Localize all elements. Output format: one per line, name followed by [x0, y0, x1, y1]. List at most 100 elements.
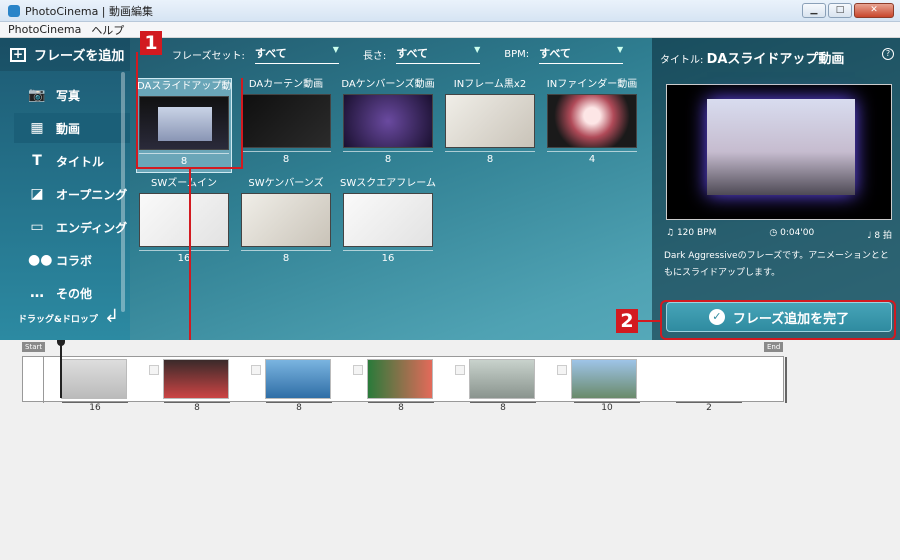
timeline-clip[interactable] — [61, 359, 127, 399]
add-phrase-icon: + — [10, 47, 26, 62]
bpm-select[interactable]: すべて ▼ — [539, 45, 624, 64]
timeline-clip[interactable] — [571, 359, 637, 399]
timeline-clip[interactable] — [367, 359, 433, 399]
filter-phrase-set[interactable]: フレーズセット: すべて ▼ — [172, 45, 339, 64]
chevron-down-icon: ▼ — [616, 45, 624, 54]
timeline-strip[interactable] — [22, 356, 787, 403]
callout-1: 1 — [140, 31, 162, 55]
help-icon[interactable]: ? — [882, 48, 894, 60]
clip-count: 16 — [62, 402, 128, 414]
filter-bar: フレーズセット: すべて ▼ 長さ: すべて ▼ BPM: すべて ▼ — [130, 38, 652, 71]
sidebar-header: + フレーズを追加 — [0, 38, 130, 71]
callout-2-outline — [660, 300, 896, 340]
menu-photocinema[interactable]: PhotoCinema — [8, 23, 81, 36]
playhead[interactable] — [60, 342, 62, 398]
filter-bpm[interactable]: BPM: すべて ▼ — [504, 45, 624, 64]
sidebar-item-label: 動画 — [56, 121, 81, 136]
camera-icon: 📷 — [28, 87, 46, 103]
clip-count: 8 — [470, 402, 536, 414]
filter-label: 長さ: — [362, 51, 387, 62]
preview-title-prefix: タイトル: — [660, 55, 704, 66]
drag-arrow-icon: ↲ — [104, 306, 120, 327]
callout-2-line — [638, 320, 660, 322]
phrase-card[interactable]: INフレーム黒x2 8 — [442, 78, 538, 173]
timeline-clip[interactable] — [469, 359, 535, 399]
phrase-set-value: すべて — [254, 47, 287, 60]
beats-info: ♩ 8 拍 — [867, 231, 892, 241]
title-icon: T — [32, 153, 42, 169]
phrase-card[interactable]: INファインダー動画 4 — [544, 78, 640, 173]
phrase-grid: DAスライドアップ動画 8 DAカーテン動画 8 DAケンバーンズ動画 8 IN… — [136, 78, 646, 306]
maximize-button[interactable]: □ — [828, 3, 852, 18]
close-button[interactable]: ✕ — [854, 3, 894, 18]
phrase-thumbnail — [343, 193, 433, 247]
sidebar-item-photo[interactable]: 📷 写真 — [14, 80, 130, 110]
callout-2: 2 — [616, 309, 638, 333]
sidebar-item-label: エンディング — [56, 220, 128, 235]
phrase-name: INファインダー動画 — [546, 79, 638, 90]
timeline-end-line — [785, 357, 787, 403]
phrase-card[interactable]: DAケンバーンズ動画 8 — [340, 78, 436, 173]
timeline-clip[interactable] — [265, 359, 331, 399]
sidebar-item-ending[interactable]: ▭ エンディング — [14, 212, 130, 242]
phrase-thumbnail — [241, 193, 331, 247]
phrase-name: DAスライドアップ動画 — [137, 81, 231, 92]
transition-icon[interactable] — [251, 365, 261, 375]
sidebar-scrollbar[interactable] — [121, 72, 125, 312]
preview-meta: ♫ 120 BPM ◷ 0:04'00 ♩ 8 拍 — [666, 228, 892, 241]
sidebar-item-collab[interactable]: ●● コラボ — [14, 245, 130, 275]
sidebar-item-label: タイトル — [56, 154, 105, 169]
sidebar-item-label: その他 — [56, 286, 93, 301]
ending-icon: ▭ — [30, 219, 44, 235]
sidebar-item-opening[interactable]: ◪ オープニング — [14, 179, 130, 209]
phrase-thumbnail — [547, 94, 637, 148]
phrase-thumbnail — [445, 94, 535, 148]
phrase-name: SWケンバーンズ — [248, 178, 324, 189]
callout-1-frame-right — [241, 78, 243, 169]
phrase-name: DAカーテン動画 — [248, 79, 324, 90]
transition-icon[interactable] — [149, 365, 159, 375]
sidebar-item-title[interactable]: T タイトル — [14, 146, 130, 176]
preview-video[interactable] — [666, 84, 892, 220]
sidebar: + フレーズを追加 📷 写真 ▦ 動画 T タイトル ◪ オープニング ▭ エン… — [0, 38, 130, 340]
phrase-count: 4 — [547, 151, 637, 165]
timeline-clip[interactable] — [163, 359, 229, 399]
bpm-value: すべて — [539, 47, 571, 60]
clip-count: 8 — [164, 402, 230, 414]
opening-icon: ◪ — [30, 186, 44, 202]
sidebar-header-label: フレーズを追加 — [34, 49, 125, 64]
phrase-count: 8 — [139, 153, 229, 167]
callout-1-frame-left — [136, 52, 138, 169]
sidebar-item-other[interactable]: … その他 — [14, 278, 130, 308]
main-panel: + フレーズを追加 📷 写真 ▦ 動画 T タイトル ◪ オープニング ▭ エン… — [0, 38, 900, 340]
window-controls: ▁ □ ✕ — [802, 3, 894, 18]
phrase-count: 8 — [445, 151, 535, 165]
transition-icon[interactable] — [353, 365, 363, 375]
length-select[interactable]: すべて ▼ — [396, 45, 481, 64]
phrase-count: 8 — [343, 151, 433, 165]
menu-help[interactable]: ヘルプ — [91, 22, 124, 38]
phrase-thumbnail — [139, 96, 229, 150]
phrase-set-select[interactable]: すべて ▼ — [254, 45, 339, 64]
transition-icon[interactable] — [557, 365, 567, 375]
transition-icon[interactable] — [455, 365, 465, 375]
filter-label: BPM: — [504, 49, 530, 60]
preview-description: Dark Aggressiveのフレーズです。アニメーションとともにスライドアッ… — [664, 251, 889, 278]
filter-length[interactable]: 長さ: すべて ▼ — [362, 45, 481, 64]
phrase-card[interactable]: SWスクエアフレーム 16 — [340, 177, 436, 272]
sidebar-item-video[interactable]: ▦ 動画 — [14, 113, 130, 143]
phrase-count: 16 — [343, 250, 433, 264]
phrase-count: 8 — [241, 151, 331, 165]
window-titlebar: PhotoCinema | 動画編集 ▁ □ ✕ — [0, 0, 900, 22]
film-icon: ▦ — [30, 120, 44, 136]
clip-count: 8 — [266, 402, 332, 414]
clip-count: 8 — [368, 402, 434, 414]
phrase-count: 16 — [139, 250, 229, 264]
phrase-card[interactable]: SWケンバーンズ 8 — [238, 177, 334, 272]
minimize-button[interactable]: ▁ — [802, 3, 826, 18]
drag-drop-hint: ドラッグ&ドロップ — [18, 315, 98, 325]
phrase-card[interactable]: SWズームイン 16 — [136, 177, 232, 272]
phrase-card[interactable]: DAカーテン動画 8 — [238, 78, 334, 173]
phrase-card[interactable]: DAスライドアップ動画 8 — [136, 78, 232, 173]
phrase-count: 8 — [241, 250, 331, 264]
